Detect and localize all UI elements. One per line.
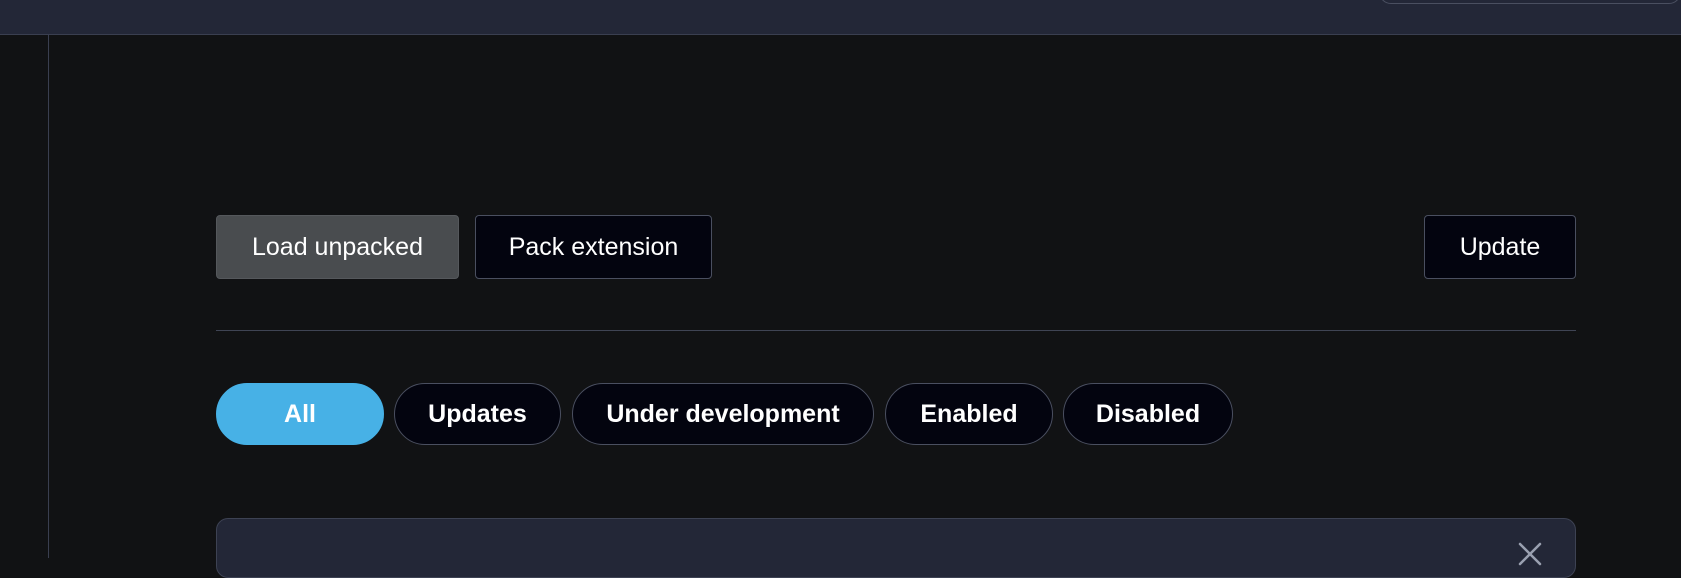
top-toolbar bbox=[0, 0, 1681, 35]
filter-chip-updates[interactable]: Updates bbox=[394, 383, 561, 445]
search-box-edge[interactable] bbox=[1379, 0, 1681, 4]
filter-chip-all[interactable]: All bbox=[216, 383, 384, 445]
close-icon[interactable] bbox=[1517, 541, 1543, 567]
filter-chip-disabled[interactable]: Disabled bbox=[1063, 383, 1233, 445]
update-button[interactable]: Update bbox=[1424, 215, 1576, 279]
filter-chip-under-development[interactable]: Under development bbox=[572, 383, 874, 445]
pack-extension-button[interactable]: Pack extension bbox=[475, 215, 712, 279]
load-unpacked-button[interactable]: Load unpacked bbox=[216, 215, 459, 279]
sidebar-divider bbox=[48, 35, 49, 558]
toolbar-divider bbox=[216, 330, 1576, 331]
filter-chip-enabled[interactable]: Enabled bbox=[885, 383, 1053, 445]
extension-card bbox=[216, 518, 1576, 578]
